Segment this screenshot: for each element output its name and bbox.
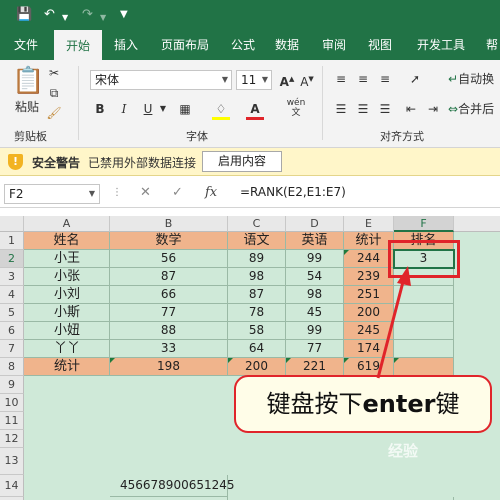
watermark: 经验 (388, 442, 419, 460)
annotation-arrow (376, 266, 411, 379)
arrow-head (397, 266, 411, 286)
arrow-line (376, 277, 406, 379)
